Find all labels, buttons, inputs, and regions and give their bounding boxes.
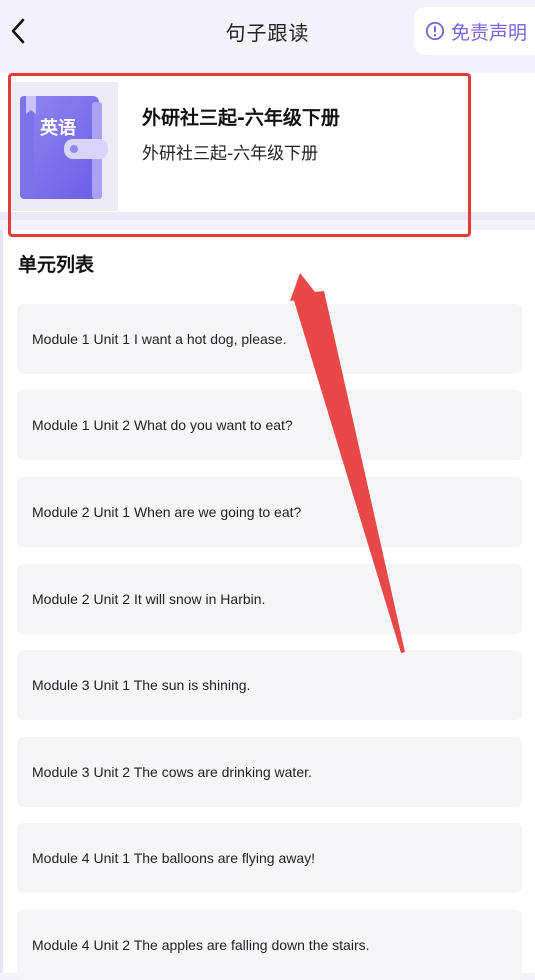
unit-item-label: Module 4 Unit 2 The apples are falling d… [32, 937, 370, 953]
disclaimer-button[interactable]: 免责声明 [414, 7, 535, 55]
unit-item-label: Module 1 Unit 2 What do you want to eat? [32, 417, 293, 433]
unit-item-3[interactable]: Module 2 Unit 1 When are we going to eat… [17, 477, 522, 547]
unit-item-4[interactable]: Module 2 Unit 2 It will snow in Harbin. [17, 564, 522, 634]
unit-item-6[interactable]: Module 3 Unit 2 The cows are drinking wa… [17, 737, 522, 807]
unit-item-label: Module 2 Unit 1 When are we going to eat… [32, 504, 302, 520]
unit-item-label: Module 2 Unit 2 It will snow in Harbin. [32, 591, 266, 607]
unit-item-label: Module 1 Unit 1 I want a hot dog, please… [32, 331, 287, 347]
annotation-highlight-box [8, 73, 471, 237]
unit-item-1[interactable]: Module 1 Unit 1 I want a hot dog, please… [17, 304, 522, 374]
info-circle-icon [425, 21, 445, 41]
unit-item-label: Module 3 Unit 1 The sun is shining. [32, 677, 251, 693]
unit-item-7[interactable]: Module 4 Unit 1 The balloons are flying … [17, 823, 522, 893]
section-title: 单元列表 [18, 254, 95, 276]
top-bar: 句子跟读 免责声明 [0, 0, 535, 62]
unit-item-2[interactable]: Module 1 Unit 2 What do you want to eat? [17, 390, 522, 460]
unit-item-label: Module 4 Unit 1 The balloons are flying … [32, 850, 316, 866]
unit-item-5[interactable]: Module 3 Unit 1 The sun is shining. [17, 650, 522, 720]
unit-item-8[interactable]: Module 4 Unit 2 The apples are falling d… [17, 910, 522, 980]
unit-item-label: Module 3 Unit 2 The cows are drinking wa… [32, 764, 312, 780]
disclaimer-label: 免责声明 [451, 21, 528, 44]
edge-stripe [0, 230, 3, 973]
